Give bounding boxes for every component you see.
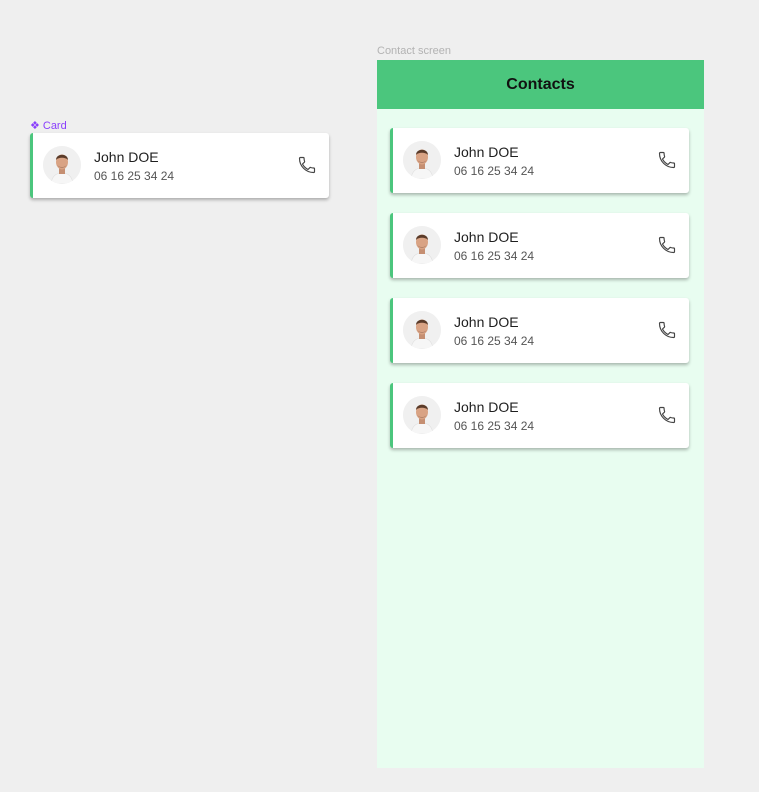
avatar <box>403 141 441 179</box>
contact-card[interactable]: John DOE 06 16 25 34 24 <box>390 128 689 193</box>
app-header: Contacts <box>377 60 704 109</box>
contact-phone: 06 16 25 34 24 <box>94 169 175 183</box>
phone-icon[interactable] <box>657 320 677 340</box>
contact-card-component[interactable]: John DOE 06 16 25 34 24 <box>30 133 329 198</box>
contact-phone: 06 16 25 34 24 <box>454 334 535 348</box>
contact-name: John DOE <box>454 144 519 160</box>
avatar <box>403 311 441 349</box>
phone-icon[interactable] <box>657 235 677 255</box>
contact-screen: Contacts John DOE 06 16 25 34 24 John DO… <box>377 60 704 768</box>
avatar <box>403 396 441 434</box>
contact-phone: 06 16 25 34 24 <box>454 164 535 178</box>
phone-icon[interactable] <box>657 405 677 425</box>
contact-phone: 06 16 25 34 24 <box>454 419 535 433</box>
component-icon: ❖ <box>30 120 40 132</box>
page-title: Contacts <box>506 75 575 93</box>
contact-name: John DOE <box>454 399 519 415</box>
contact-card[interactable]: John DOE 06 16 25 34 24 <box>390 383 689 448</box>
contact-phone: 06 16 25 34 24 <box>454 249 535 263</box>
frame-label: Contact screen <box>377 45 451 57</box>
avatar <box>43 146 81 184</box>
avatar <box>403 226 441 264</box>
contact-card[interactable]: John DOE 06 16 25 34 24 <box>390 298 689 363</box>
contact-name: John DOE <box>94 149 159 165</box>
component-name: Card <box>42 120 67 132</box>
phone-icon[interactable] <box>297 155 317 175</box>
component-label[interactable]: ❖ Card <box>30 120 67 133</box>
contact-card[interactable]: John DOE 06 16 25 34 24 <box>390 213 689 278</box>
phone-icon[interactable] <box>657 150 677 170</box>
contact-name: John DOE <box>454 229 519 245</box>
contact-name: John DOE <box>454 314 519 330</box>
